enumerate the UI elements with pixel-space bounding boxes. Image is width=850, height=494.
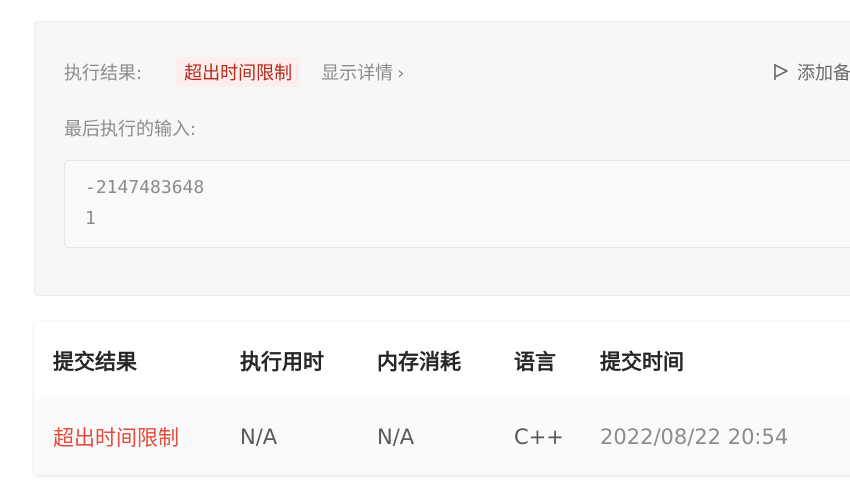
header-memory[interactable]: 内存消耗 — [377, 322, 461, 399]
last-input-label: 最后执行的输入: — [64, 119, 197, 140]
result-row: 执行结果: 超出时间限制 显示详情 › — [64, 57, 404, 87]
execution-result-panel: 执行结果: 超出时间限制 显示详情 › 添加备 最后执行的输入: -2147483… — [34, 21, 850, 296]
table-row[interactable]: 超出时间限制 N/A N/A C++ 2022/08/22 20:54 — [34, 399, 850, 475]
show-details-link[interactable]: 显示详情 › — [321, 59, 404, 85]
chevron-right-icon: › — [397, 63, 405, 84]
submission-language: C++ — [514, 425, 564, 449]
input-line: -2147483648 — [85, 177, 205, 198]
header-submit-result[interactable]: 提交结果 — [53, 322, 137, 399]
show-details-label: 显示详情 — [321, 63, 394, 84]
submission-status-link[interactable]: 超出时间限制 — [53, 399, 179, 475]
header-submit-time[interactable]: 提交时间 — [600, 322, 684, 399]
header-language[interactable]: 语言 — [514, 322, 556, 399]
last-input-box: -2147483648 1 — [64, 160, 850, 248]
add-note-button[interactable]: 添加备 — [773, 59, 850, 85]
input-line: 1 — [85, 208, 96, 229]
submission-runtime: N/A — [240, 425, 278, 449]
submission-time: 2022/08/22 20:54 — [600, 425, 789, 449]
flag-icon — [774, 64, 788, 80]
header-runtime[interactable]: 执行用时 — [240, 322, 324, 399]
submission-memory: N/A — [377, 425, 415, 449]
table-header-row: 提交结果 执行用时 内存消耗 语言 提交时间 — [34, 322, 850, 400]
result-label: 执行结果: — [64, 63, 143, 84]
status-badge: 超出时间限制 — [176, 57, 301, 87]
add-note-label: 添加备 — [797, 63, 850, 84]
submissions-table: 提交结果 执行用时 内存消耗 语言 提交时间 超出时间限制 N/A N/A C+… — [34, 322, 850, 475]
